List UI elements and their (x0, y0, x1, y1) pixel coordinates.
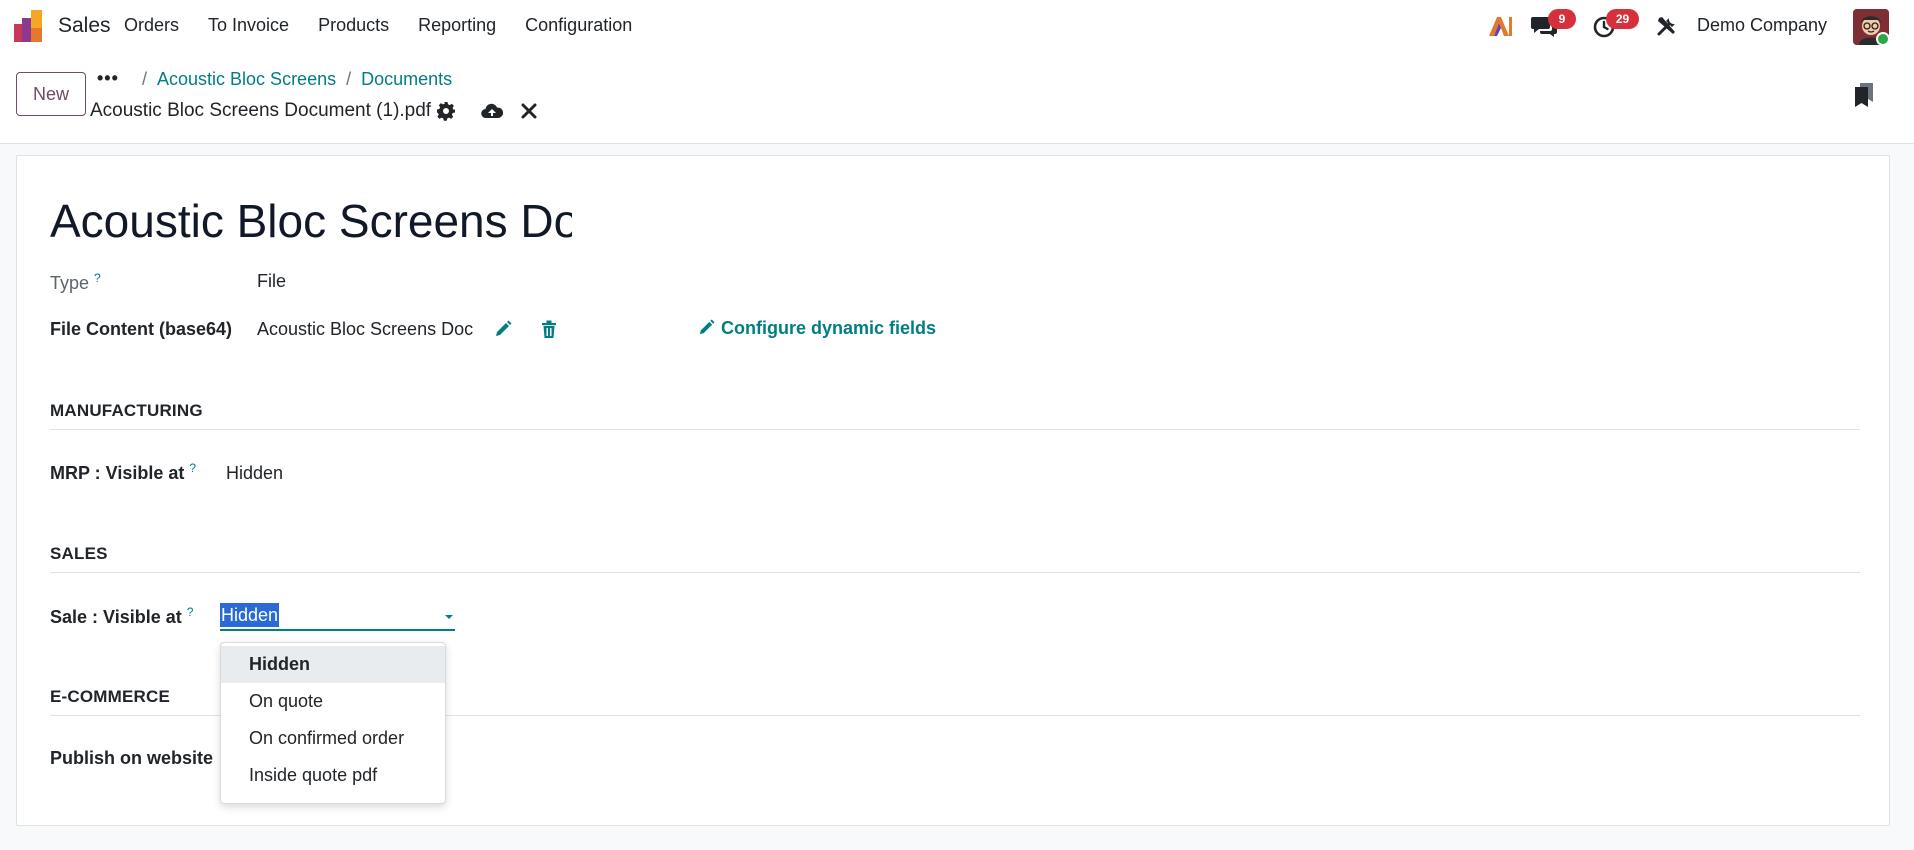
breadcrumb-documents[interactable]: Documents (361, 69, 452, 89)
online-status-dot (1876, 32, 1890, 46)
top-navbar: Sales Orders To Invoice Products Reporti… (0, 0, 1914, 54)
menu-configuration[interactable]: Configuration (525, 15, 632, 36)
sale-visible-at-selected-value[interactable]: Hidden (220, 603, 280, 627)
document-title-field[interactable]: Acoustic Bloc Screens Doc (50, 196, 572, 248)
menu-to-invoice[interactable]: To Invoice (208, 15, 289, 36)
bookmarks-icon[interactable] (1853, 82, 1875, 108)
mrp-visible-at-label: MRP : Visible at? (50, 461, 196, 484)
file-content-value[interactable]: Acoustic Bloc Screens Doc (257, 319, 473, 340)
type-value: File (257, 271, 287, 291)
menu-orders[interactable]: Orders (124, 15, 179, 36)
clear-file-trash-icon[interactable] (540, 320, 558, 339)
mrp-visible-at-label-text: MRP : Visible at (50, 463, 185, 483)
sales-app-icon[interactable] (14, 10, 44, 42)
breadcrumb-separator: / (142, 69, 148, 89)
configure-pencil-icon (699, 319, 715, 335)
actions-gear-icon[interactable] (436, 101, 456, 121)
debug-tools-icon[interactable] (1655, 14, 1679, 38)
sale-visible-at-label-text: Sale : Visible at (50, 607, 182, 627)
save-cloud-upload-icon[interactable] (481, 101, 503, 121)
app-name[interactable]: Sales (58, 14, 111, 38)
ai-icon[interactable] (1487, 14, 1513, 38)
main-menu: Orders To Invoice Products Reporting Con… (124, 15, 661, 36)
option-inside-quote-pdf[interactable]: Inside quote pdf (221, 757, 445, 794)
new-button[interactable]: New (16, 72, 86, 116)
section-manufacturing-title: MANUFACTURING (50, 400, 1860, 430)
sale-visible-at-dropdown: Hidden On quote On confirmed order Insid… (220, 642, 446, 804)
messages-count-badge: 9 (1548, 9, 1576, 29)
activities-count-badge: 29 (1606, 9, 1639, 29)
menu-products[interactable]: Products (318, 15, 389, 36)
breadcrumb: / Acoustic Bloc Screens / Documents (132, 69, 452, 90)
option-on-quote[interactable]: On quote (221, 683, 445, 720)
option-on-confirmed-order[interactable]: On confirmed order (221, 720, 445, 757)
discard-close-icon[interactable] (520, 102, 538, 120)
mrp-help-tooltip[interactable]: ? (189, 461, 196, 475)
breadcrumb-acoustic-bloc-screens[interactable]: Acoustic Bloc Screens (157, 69, 336, 89)
file-content-label: File Content (base64) (50, 319, 233, 339)
section-sales-title: SALES (50, 543, 1860, 573)
sale-visible-at-select[interactable]: Hidden (220, 601, 455, 631)
option-hidden[interactable]: Hidden (221, 646, 445, 683)
breadcrumb-more-button[interactable]: ••• (97, 68, 119, 89)
type-label: Type? (50, 271, 101, 294)
menu-reporting[interactable]: Reporting (418, 15, 496, 36)
publish-on-website-label: Publish on website (50, 748, 214, 768)
breadcrumb-separator: / (346, 69, 352, 89)
control-panel: New ••• / Acoustic Bloc Screens / Documents… (0, 54, 1914, 144)
sale-visible-at-label: Sale : Visible at? (50, 605, 193, 628)
edit-file-pencil-icon[interactable] (494, 320, 512, 338)
type-label-text: Type (50, 273, 90, 293)
mrp-visible-at-value[interactable]: Hidden (226, 463, 283, 484)
company-switcher[interactable]: Demo Company (1697, 15, 1827, 36)
configure-dynamic-fields-label: Configure dynamic fields (721, 318, 937, 338)
type-help-tooltip[interactable]: ? (94, 271, 101, 285)
record-name: Acoustic Bloc Screens Document (1).pdf (90, 100, 432, 121)
chevron-down-icon[interactable] (443, 613, 455, 621)
configure-dynamic-fields-button[interactable]: Configure dynamic fields (698, 318, 936, 339)
sale-help-tooltip[interactable]: ? (187, 605, 194, 619)
